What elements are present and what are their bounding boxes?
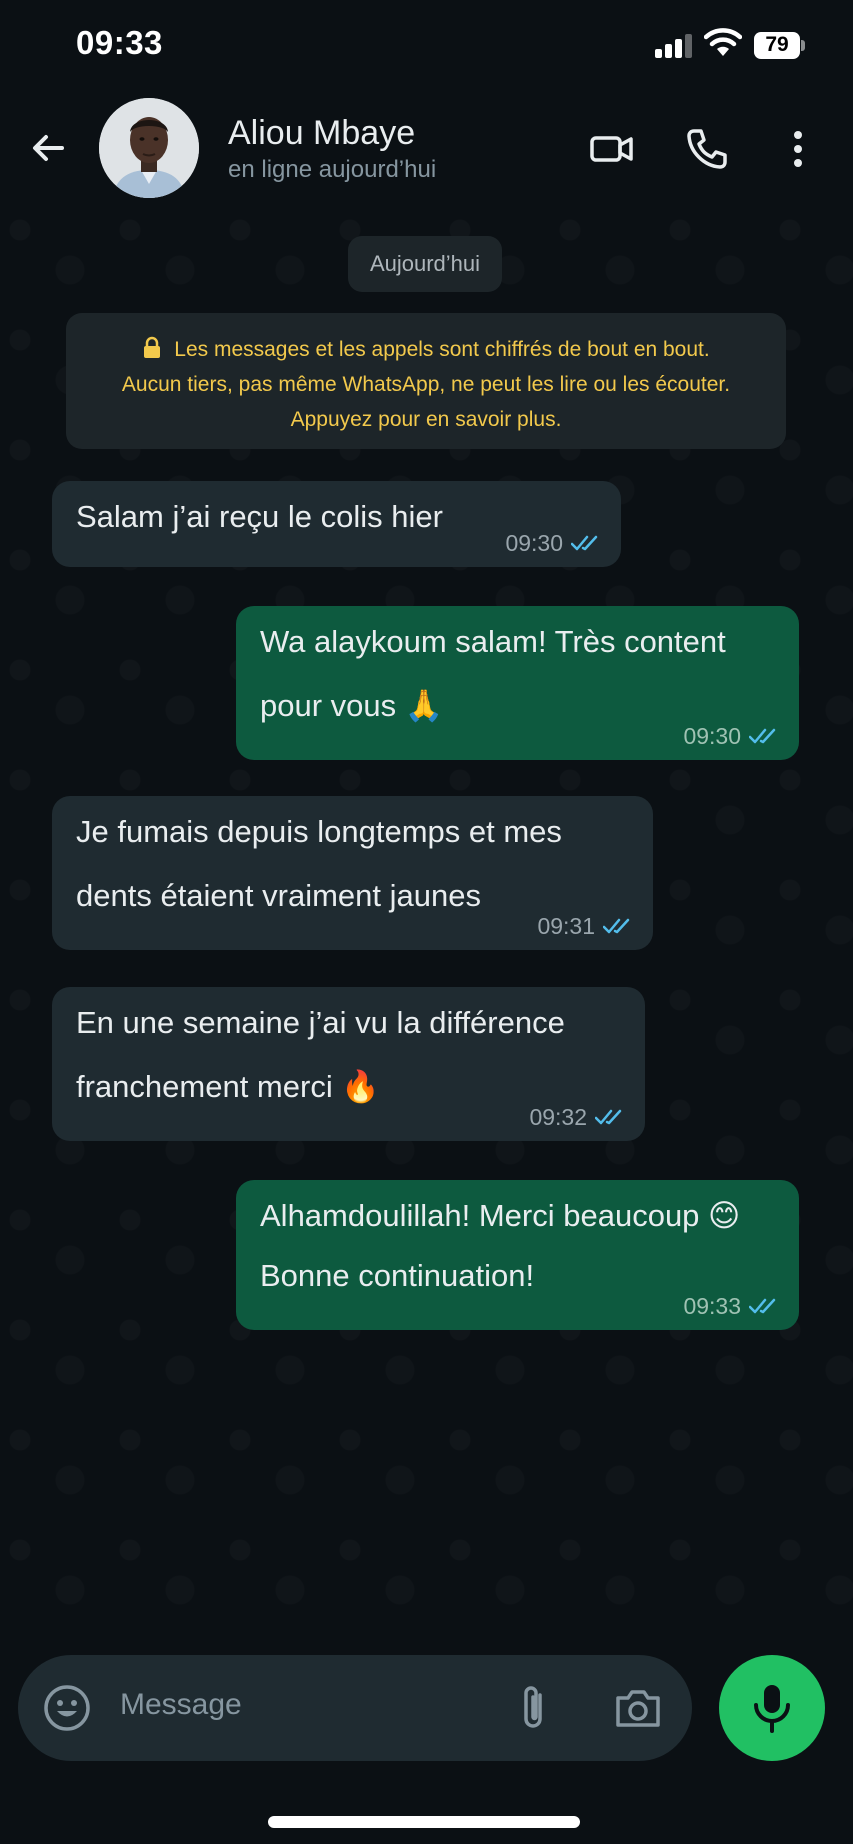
read-ticks-icon <box>571 535 598 551</box>
date-divider: Aujourd’hui <box>348 236 502 292</box>
read-ticks-icon <box>595 1109 622 1125</box>
encryption-notice-line-1: Les messages et les appels sont chiffrés… <box>66 332 786 367</box>
battery-level: 79 <box>765 33 789 56</box>
video-call-icon[interactable] <box>589 126 635 172</box>
phone-icon[interactable] <box>684 126 730 172</box>
message-text: Je fumais depuis longtemps et mes dents … <box>76 814 562 913</box>
message-text: Salam j’ai reçu le colis hier <box>76 499 443 534</box>
message-text: Alhamdoulillah! Merci beaucoup 😊 Bonne c… <box>260 1198 741 1293</box>
encryption-notice-line-2: Aucun tiers, pas même WhatsApp, ne peut … <box>121 373 731 396</box>
message-time: 09:32 <box>529 1104 587 1130</box>
battery-icon: 79 <box>754 32 806 59</box>
message-bubble-incoming[interactable]: Je fumais depuis longtemps et mes dents … <box>52 796 653 950</box>
message-time: 09:30 <box>683 723 741 749</box>
encryption-notice[interactable]: Les messages et les appels sont chiffrés… <box>66 313 786 449</box>
message-meta: 09:30 <box>683 722 779 750</box>
wifi-icon <box>703 28 743 58</box>
home-indicator[interactable] <box>268 1816 580 1828</box>
status-time: 09:33 <box>76 24 163 61</box>
emoji-icon[interactable] <box>42 1683 92 1733</box>
back-arrow-icon[interactable] <box>28 128 68 168</box>
message-meta: 09:31 <box>537 912 633 940</box>
contact-avatar[interactable] <box>99 98 199 198</box>
message-bubble-incoming[interactable]: Salam j’ai reçu le colis hier 09:30 <box>52 481 621 567</box>
contact-name[interactable]: Aliou Mbaye <box>228 114 415 153</box>
camera-icon[interactable] <box>613 1683 663 1733</box>
message-meta: 09:33 <box>683 1292 779 1320</box>
read-ticks-icon <box>603 918 630 934</box>
message-meta: 09:30 <box>505 529 601 557</box>
message-meta: 09:32 <box>529 1103 625 1131</box>
attach-icon[interactable] <box>508 1681 558 1735</box>
message-bubble-outgoing[interactable]: Wa alaykoum salam! Très content pour vou… <box>236 606 799 760</box>
read-ticks-icon <box>749 1298 776 1314</box>
message-time: 09:31 <box>537 913 595 939</box>
message-bubble-incoming[interactable]: En une semaine j’ai vu la différence fra… <box>52 987 645 1141</box>
chat-header: Aliou Mbaye en ligne aujourd’hui <box>0 90 853 210</box>
message-time: 09:30 <box>505 530 563 556</box>
status-bar: 09:33 79 <box>0 0 853 90</box>
message-composer[interactable]: Message <box>18 1655 692 1761</box>
lock-icon <box>144 336 161 358</box>
message-input[interactable]: Message <box>120 1688 242 1722</box>
message-text: Wa alaykoum salam! Très content pour vou… <box>260 624 726 723</box>
more-vertical-icon[interactable] <box>776 126 822 172</box>
message-time: 09:33 <box>683 1293 741 1319</box>
message-bubble-outgoing[interactable]: Alhamdoulillah! Merci beaucoup 😊 Bonne c… <box>236 1180 799 1330</box>
read-ticks-icon <box>749 728 776 744</box>
contact-status: en ligne aujourd’hui <box>228 156 437 183</box>
cellular-signal-icon <box>655 34 693 58</box>
microphone-icon <box>754 1685 790 1733</box>
microphone-button[interactable] <box>719 1655 825 1761</box>
encryption-notice-line-3: Appuyez pour en savoir plus. <box>290 408 562 431</box>
message-text: En une semaine j’ai vu la différence fra… <box>76 1005 565 1104</box>
